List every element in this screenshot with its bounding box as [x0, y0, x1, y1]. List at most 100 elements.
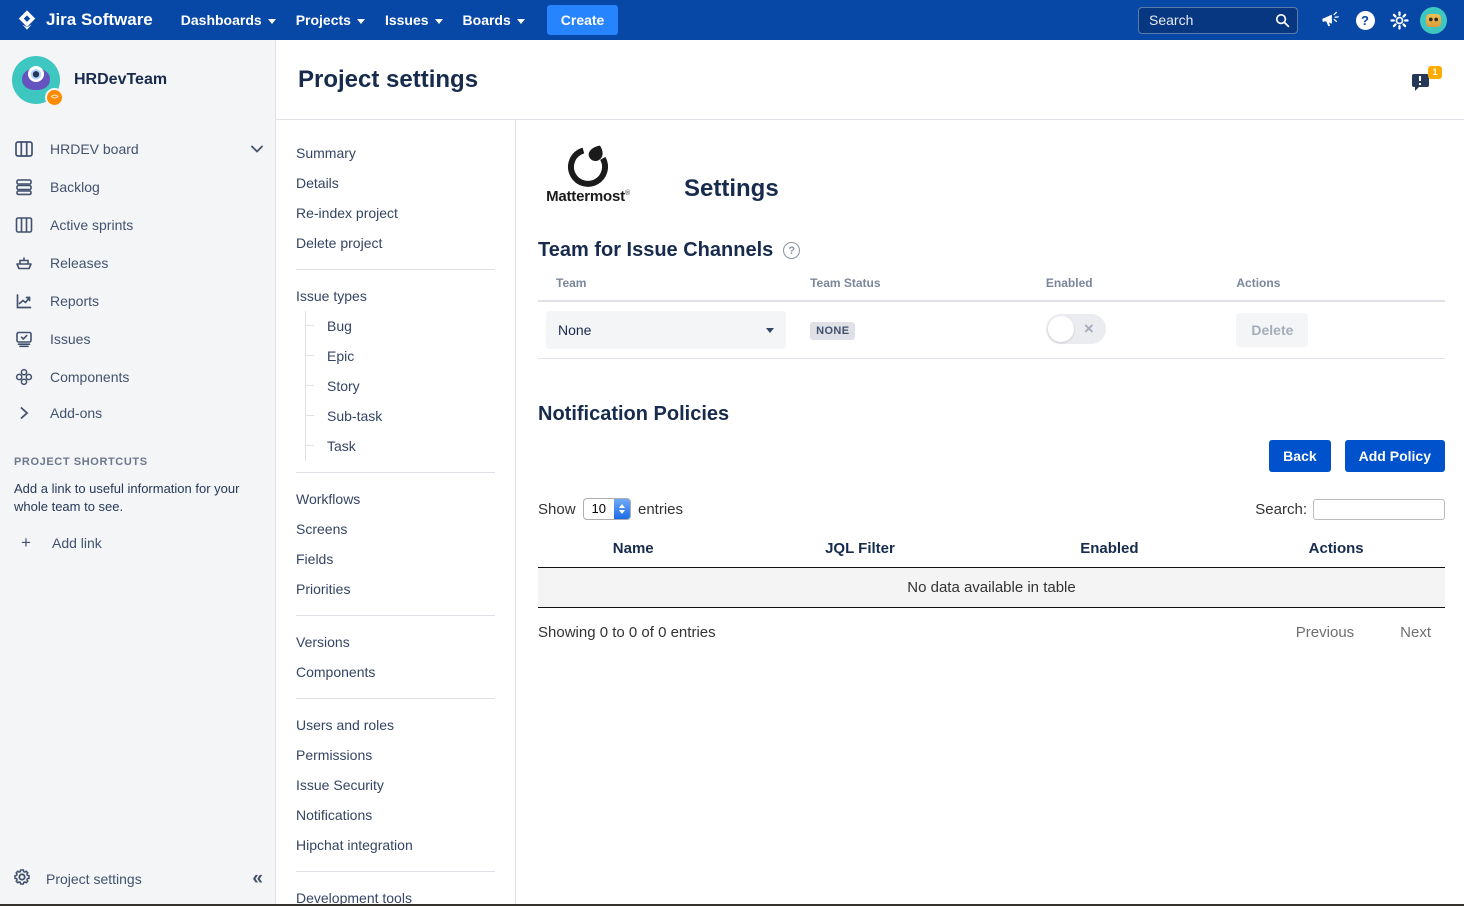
- datatable-footer: Showing 0 to 0 of 0 entries Previous Nex…: [538, 624, 1445, 641]
- show-label: Show: [538, 501, 576, 518]
- nav-summary[interactable]: Summary: [296, 138, 495, 168]
- jira-brand[interactable]: Jira Software: [16, 9, 153, 31]
- issue-types-tree: Bug Epic Story Sub-task Task: [305, 311, 495, 461]
- sidebar-item-releases[interactable]: Releases: [0, 244, 275, 282]
- policies-title: Notification Policies: [538, 403, 729, 426]
- nav-permissions[interactable]: Permissions: [296, 740, 495, 770]
- sidebar-item-label: Issues: [50, 331, 263, 347]
- help-icon[interactable]: ?: [783, 242, 800, 259]
- sidebar-item-board[interactable]: HRDEV board: [0, 130, 275, 168]
- backlog-icon: [12, 177, 36, 197]
- nav-reindex-project[interactable]: Re-index project: [296, 198, 495, 228]
- table-search-input[interactable]: [1313, 499, 1445, 520]
- chevron-down-icon: [251, 145, 263, 153]
- registered-icon: ®: [625, 190, 630, 197]
- feedback-button[interactable]: 1: [1412, 66, 1442, 94]
- chevron-down-icon: [268, 19, 276, 24]
- add-link-button[interactable]: + Add link: [14, 533, 261, 553]
- nav-issue-security[interactable]: Issue Security: [296, 770, 495, 800]
- policies-table-header-row: Name JQL Filter Enabled Actions: [538, 534, 1445, 568]
- project-sidebar: <> HRDevTeam HRDEV board Backlog Active …: [0, 40, 276, 904]
- empty-row: No data available in table: [538, 568, 1445, 608]
- nav-users-and-roles[interactable]: Users and roles: [296, 710, 495, 740]
- create-button[interactable]: Create: [547, 5, 619, 35]
- divider: [296, 871, 495, 872]
- announcements-button[interactable]: [1314, 4, 1348, 36]
- add-policy-button[interactable]: Add Policy: [1345, 440, 1445, 472]
- nav-development-tools[interactable]: Development tools: [296, 883, 495, 904]
- nav-delete-project[interactable]: Delete project: [296, 228, 495, 258]
- sidebar-item-addons[interactable]: Add-ons: [0, 396, 275, 430]
- sidebar-item-active-sprints[interactable]: Active sprints: [0, 206, 275, 244]
- sidebar-footer-label: Project settings: [46, 871, 142, 887]
- menu-issues-label: Issues: [385, 12, 429, 28]
- nav-hipchat-integration[interactable]: Hipchat integration: [296, 830, 495, 860]
- project-shortcuts: PROJECT SHORTCUTS Add a link to useful i…: [0, 456, 275, 553]
- collapse-sidebar-icon[interactable]: «: [252, 868, 263, 890]
- jira-logo-icon: [16, 9, 38, 31]
- menu-dashboards[interactable]: Dashboards: [171, 6, 286, 34]
- settings-button[interactable]: [1382, 4, 1416, 36]
- team-select[interactable]: None: [546, 311, 786, 349]
- project-avatar[interactable]: <>: [12, 56, 60, 104]
- gear-icon: [12, 867, 32, 890]
- team-select-value: None: [558, 322, 591, 338]
- plugin-header: Mattermost® Settings: [538, 142, 1445, 205]
- profile-button[interactable]: [1416, 4, 1450, 36]
- nav-fields[interactable]: Fields: [296, 544, 495, 574]
- nav-workflows[interactable]: Workflows: [296, 484, 495, 514]
- nav-versions[interactable]: Versions: [296, 627, 495, 657]
- next-button[interactable]: Next: [1400, 624, 1431, 641]
- sidebar-item-components[interactable]: Components: [0, 358, 275, 396]
- previous-button[interactable]: Previous: [1296, 624, 1354, 641]
- nav-issue-type-task[interactable]: Task: [306, 431, 495, 461]
- entries-select-value: 10: [584, 499, 614, 519]
- entries-select[interactable]: 10: [583, 498, 631, 520]
- sidebar-item-reports[interactable]: Reports: [0, 282, 275, 320]
- nav-components[interactable]: Components: [296, 657, 495, 687]
- team-status-badge: NONE: [810, 322, 855, 340]
- alien-eye-icon: [28, 66, 44, 82]
- divider: [296, 615, 495, 616]
- sidebar-item-backlog[interactable]: Backlog: [0, 168, 275, 206]
- sidebar-item-issues[interactable]: Issues: [0, 320, 275, 358]
- divider: [296, 472, 495, 473]
- chevron-right-icon: [12, 407, 36, 419]
- nav-priorities[interactable]: Priorities: [296, 574, 495, 604]
- global-search-input[interactable]: [1138, 7, 1298, 34]
- sidebar-item-project-settings[interactable]: Project settings «: [0, 852, 275, 904]
- menu-issues[interactable]: Issues: [375, 6, 453, 34]
- notification-policies-section: Notification Policies Back Add Policy Sh…: [538, 403, 1445, 641]
- mattermost-brand: Mattermost®: [538, 142, 638, 205]
- col-enabled: Enabled: [1046, 276, 1236, 301]
- page-header: Project settings 1: [276, 40, 1464, 120]
- back-button[interactable]: Back: [1269, 440, 1330, 472]
- nav-screens[interactable]: Screens: [296, 514, 495, 544]
- global-search: [1138, 7, 1298, 34]
- col-name[interactable]: Name: [538, 534, 728, 568]
- col-enabled[interactable]: Enabled: [991, 534, 1227, 568]
- sidebar-item-label: Releases: [50, 255, 263, 271]
- nav-issue-type-epic[interactable]: Epic: [306, 341, 495, 371]
- add-link-label: Add link: [52, 535, 102, 551]
- help-button[interactable]: ?: [1348, 4, 1382, 36]
- col-actions[interactable]: Actions: [1227, 534, 1445, 568]
- toggle-knob: [1048, 316, 1074, 342]
- enabled-toggle[interactable]: ×: [1046, 314, 1106, 344]
- nav-notifications[interactable]: Notifications: [296, 800, 495, 830]
- nav-details[interactable]: Details: [296, 168, 495, 198]
- exclamation-icon: [1419, 76, 1421, 81]
- nav-issue-types[interactable]: Issue types: [296, 281, 495, 311]
- chevron-down-icon: [435, 19, 443, 24]
- nav-issue-type-bug[interactable]: Bug: [306, 311, 495, 341]
- menu-projects[interactable]: Projects: [286, 6, 375, 34]
- sprints-icon: [12, 215, 36, 235]
- issues-icon: [12, 329, 36, 349]
- nav-issue-type-subtask[interactable]: Sub-task: [306, 401, 495, 431]
- col-team: Team: [538, 276, 810, 301]
- delete-button[interactable]: Delete: [1236, 313, 1308, 347]
- col-jql-filter[interactable]: JQL Filter: [728, 534, 991, 568]
- menu-boards[interactable]: Boards: [453, 6, 535, 34]
- components-icon: [12, 367, 36, 387]
- nav-issue-type-story[interactable]: Story: [306, 371, 495, 401]
